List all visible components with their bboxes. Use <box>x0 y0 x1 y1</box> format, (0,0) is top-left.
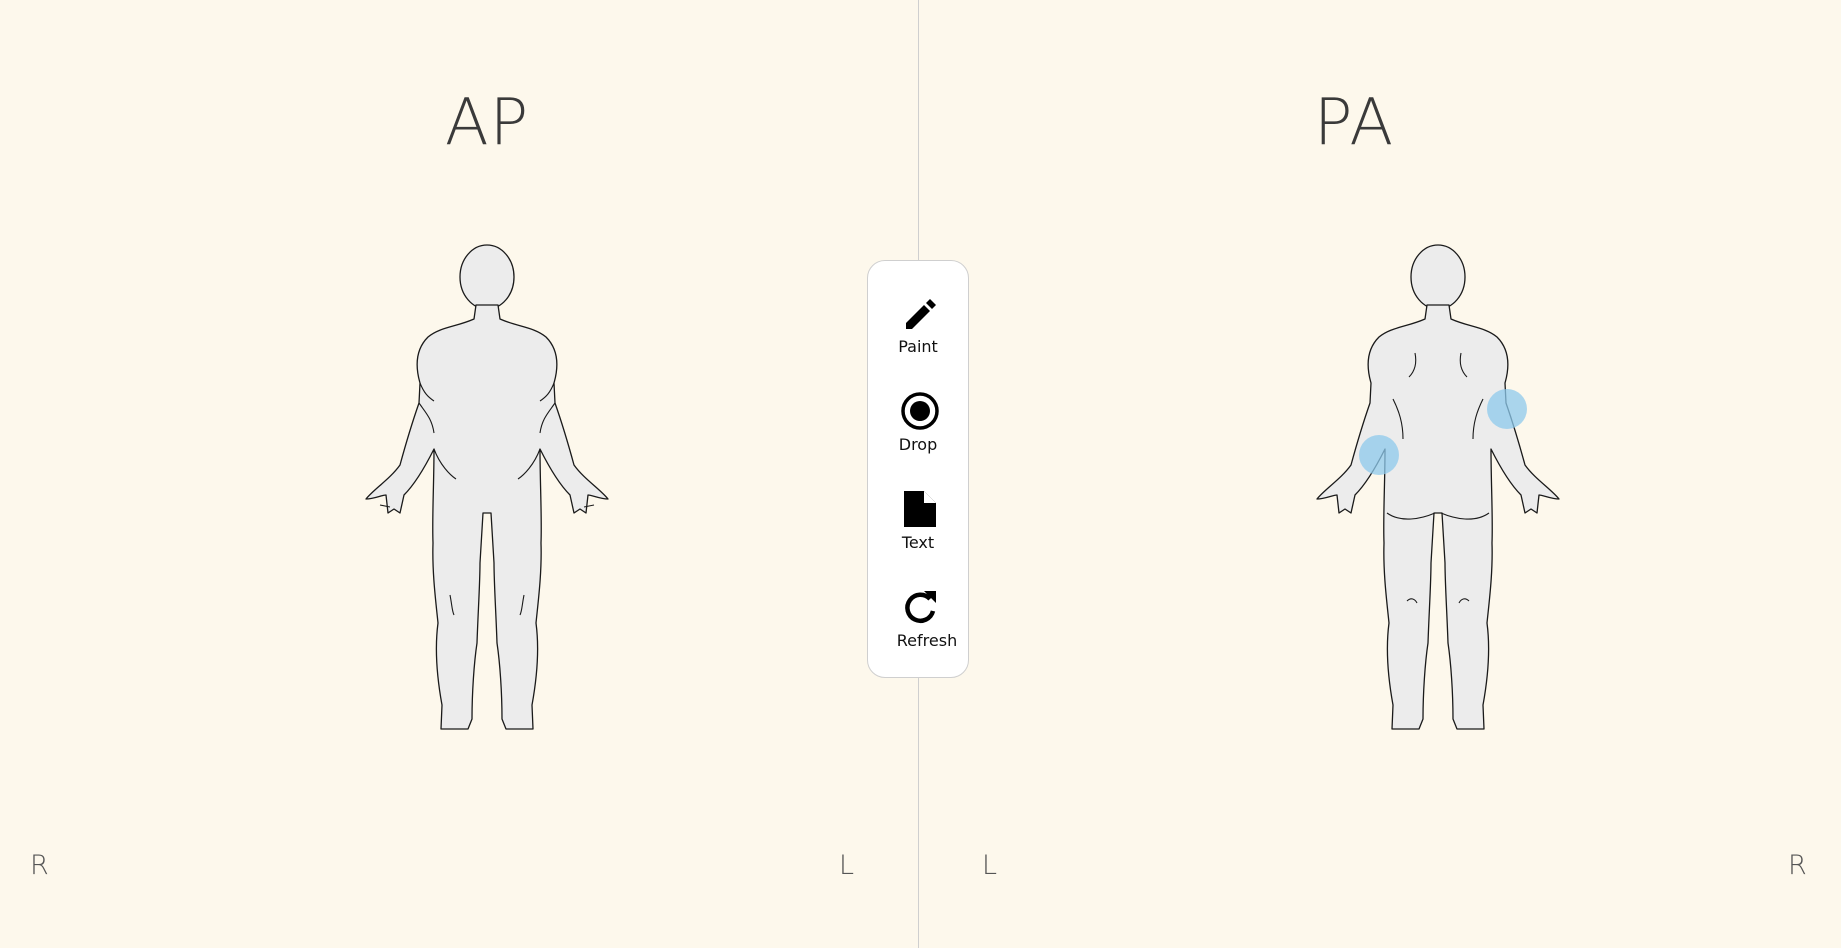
drop-label: Drop <box>898 435 938 454</box>
drop-marker[interactable] <box>1359 435 1399 475</box>
refresh-label: Refresh <box>896 631 958 650</box>
text-button[interactable]: Text <box>868 485 968 565</box>
posterior-view-title: PA <box>1313 86 1395 160</box>
refresh-button[interactable]: Refresh <box>868 583 968 663</box>
tool-palette: Paint Drop Text Refresh <box>867 260 969 678</box>
paint-button[interactable]: Paint <box>868 289 968 369</box>
anterior-body-figure[interactable] <box>360 243 614 733</box>
document-icon <box>904 491 936 527</box>
anterior-left-side-label: R <box>30 850 49 881</box>
text-label: Text <box>901 533 935 552</box>
anterior-right-side-label: L <box>839 850 855 881</box>
posterior-body-figure[interactable] <box>1311 243 1565 733</box>
posterior-view-panel[interactable]: PA L R <box>919 0 1841 948</box>
posterior-right-side-label: R <box>1788 850 1807 881</box>
refresh-icon <box>905 591 936 623</box>
paint-label: Paint <box>898 337 938 356</box>
pencil-icon <box>906 299 936 329</box>
radio-target-icon <box>901 392 939 430</box>
drop-marker[interactable] <box>1487 389 1527 429</box>
drop-button[interactable]: Drop <box>868 387 968 467</box>
posterior-left-side-label: L <box>982 850 998 881</box>
